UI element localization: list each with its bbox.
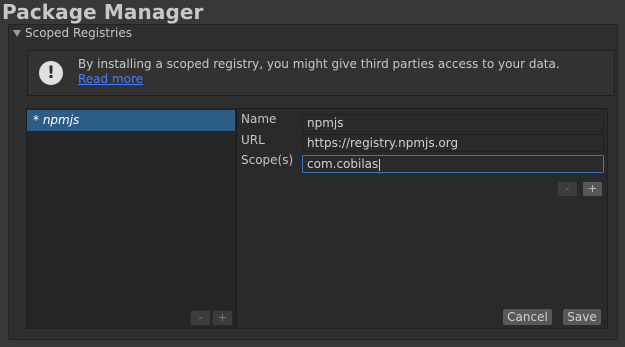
url-value: https://registry.npmjs.org [307,136,459,150]
section-header[interactable]: Scoped Registries [13,26,132,40]
info-box: ! By installing a scoped registry, you m… [27,50,615,96]
scope-input[interactable]: com.cobilas [302,155,604,173]
remove-registry-button[interactable]: - [190,310,211,326]
window-title: Package Manager [2,0,204,24]
exclamation-icon: ! [39,61,63,85]
save-button[interactable]: Save [562,308,602,326]
add-scope-button[interactable]: + [582,181,603,197]
url-label: URL [241,133,265,147]
info-message: By installing a scoped registry, you mig… [78,57,560,71]
section-title: Scoped Registries [25,26,132,40]
name-value: npmjs [307,116,344,130]
read-more-link[interactable]: Read more [78,72,143,86]
registry-list-item[interactable]: * npmjs [27,110,235,131]
name-input[interactable]: npmjs [302,114,604,132]
name-label: Name [241,112,277,126]
registry-list [27,109,236,328]
panel-divider [236,109,237,328]
scopes-label: Scope(s) [241,153,294,167]
remove-scope-button[interactable]: - [557,181,578,197]
url-input[interactable]: https://registry.npmjs.org [302,134,604,152]
add-registry-button[interactable]: + [212,310,233,326]
cancel-button[interactable]: Cancel [502,308,553,326]
text-caret [379,158,381,171]
scope-value: com.cobilas [307,157,379,171]
collapse-triangle-icon[interactable] [13,29,21,37]
